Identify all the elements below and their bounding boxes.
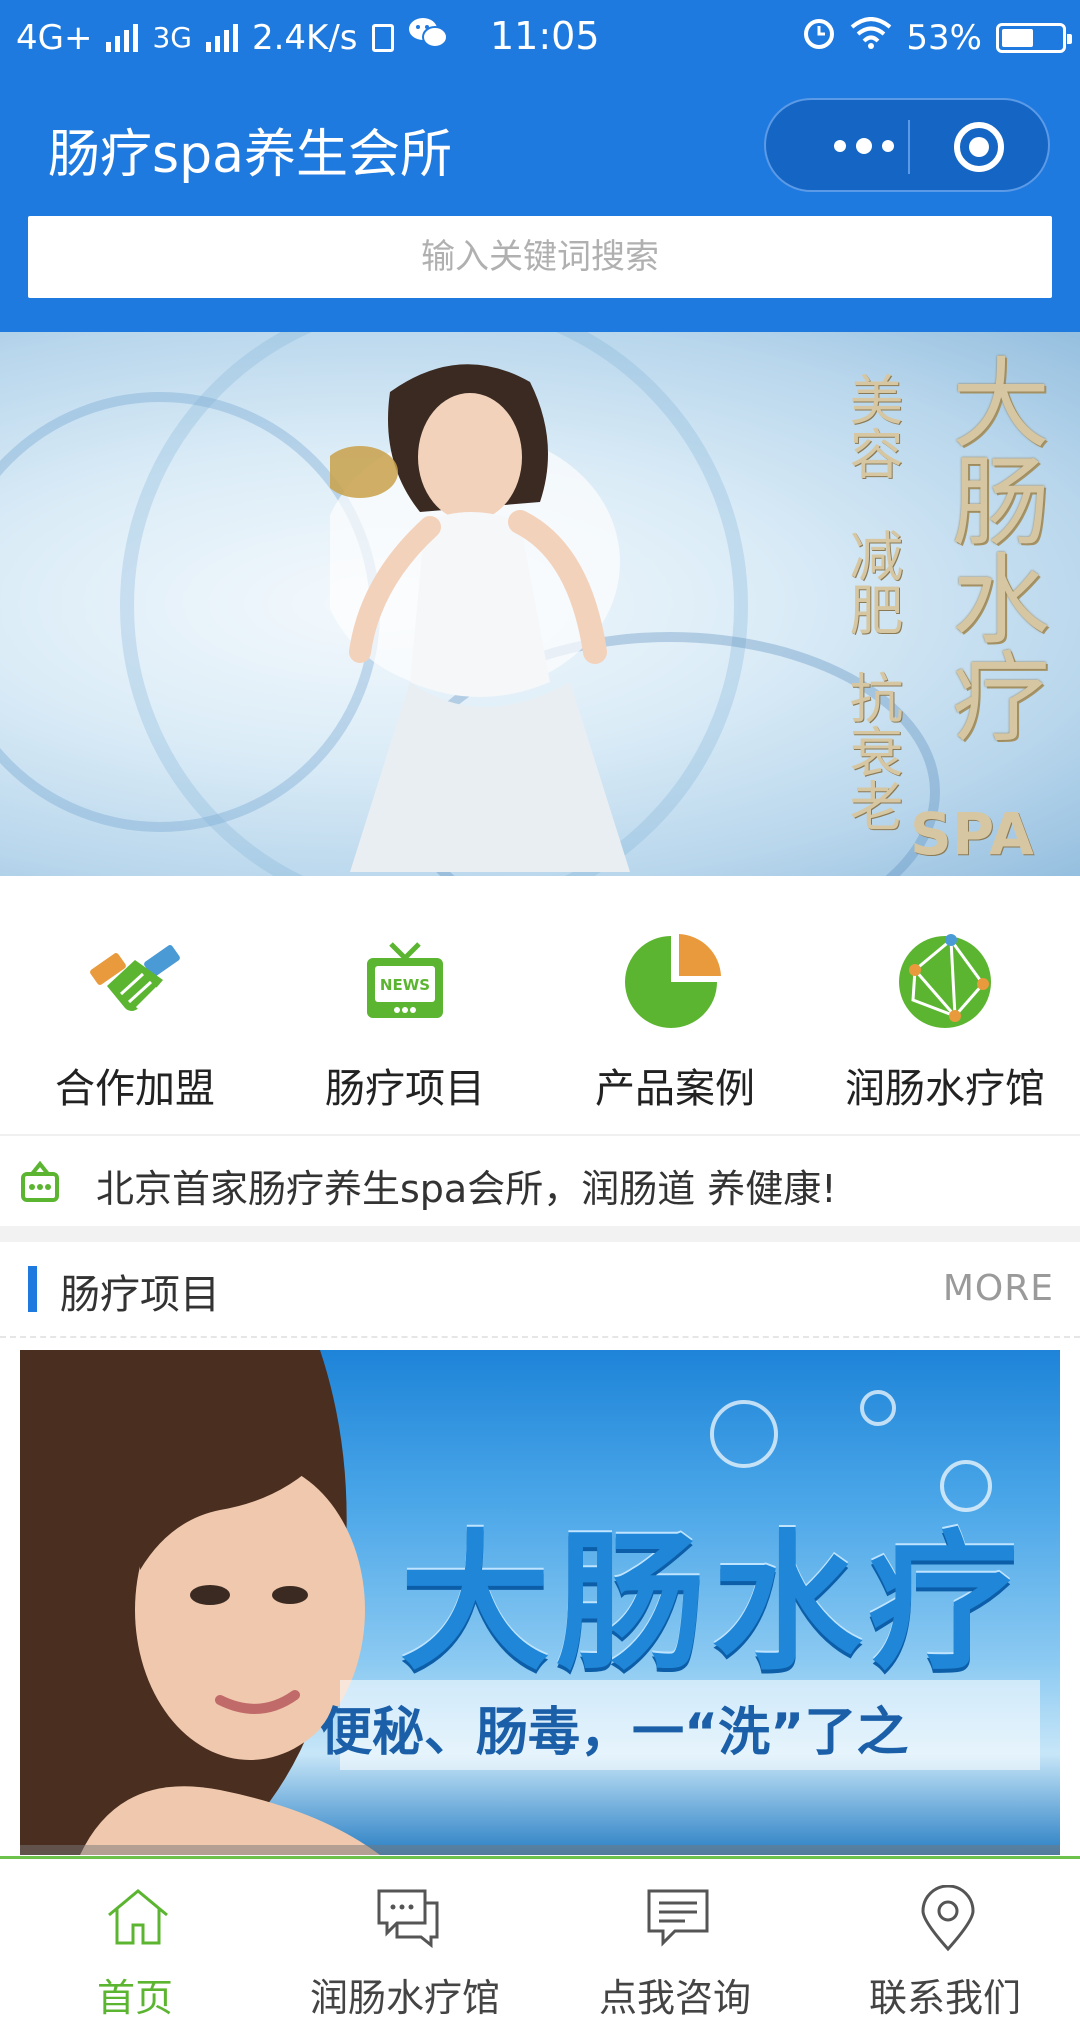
model-photo: [20, 1350, 380, 1855]
target-icon[interactable]: [954, 122, 1004, 172]
signal-icon: [106, 23, 139, 52]
wifi-icon: [850, 17, 892, 58]
pie-chart-icon: [625, 934, 721, 1028]
grid-item-franchise[interactable]: 合作加盟: [0, 880, 270, 1130]
notice-text: 北京首家肠疗养生spa会所，润肠道 养健康!: [96, 1167, 837, 1211]
grid-item-projects[interactable]: NEWS 肠疗项目: [270, 880, 540, 1130]
tab-bar: 首页 润肠水疗馆 点我咨询 联系我们: [0, 1856, 1080, 2037]
banner-sub-antiaging: 抗衰老: [840, 670, 903, 832]
battery-fill: [1002, 28, 1033, 47]
tab-hydrotherapy[interactable]: 润肠水疗馆: [270, 1859, 540, 2037]
card-subline: 便秘、肠毒，一“洗”了之: [320, 1703, 909, 1763]
status-time: 11:05: [490, 14, 600, 58]
megaphone-icon: [21, 1160, 59, 1202]
grid-label: 产品案例: [595, 1066, 755, 1112]
network-speed: 2.4K/s: [251, 17, 358, 58]
wechat-icon: [408, 16, 448, 59]
page-title: 肠疗spa养生会所: [48, 125, 452, 185]
battery-percent: 53%: [906, 17, 982, 58]
handshake-icon: [90, 945, 180, 1011]
tab-consult[interactable]: 点我咨询: [540, 1859, 810, 2037]
model-photo: [330, 364, 630, 872]
grid-label: 润肠水疗馆: [845, 1066, 1045, 1112]
globe-network-icon: [899, 934, 991, 1028]
svg-text:NEWS: NEWS: [380, 976, 430, 994]
banner-sub-beauty: 美容: [840, 372, 903, 480]
chat-bubbles-icon: [377, 1889, 439, 1949]
news-tv-icon: NEWS: [367, 942, 443, 1018]
tab-contact[interactable]: 联系我们: [810, 1859, 1080, 2037]
notice-bar[interactable]: 北京首家肠疗养生spa会所，润肠道 养健康!: [0, 1134, 1080, 1230]
section-accent-bar: [28, 1266, 37, 1312]
grid-item-cases[interactable]: 产品案例: [540, 880, 810, 1130]
tab-label: 润肠水疗馆: [309, 1976, 500, 2020]
message-icon: [647, 1889, 709, 1947]
capsule-divider: [908, 120, 910, 174]
status-bar: 4G+ 3G 2.4K/s 11:05 53%: [0, 0, 1080, 74]
grid-item-hydrotherapy[interactable]: 润肠水疗馆: [810, 880, 1080, 1130]
sim-icon: [371, 23, 394, 52]
status-right: 53%: [802, 16, 1072, 59]
banner-sub-slim: 减肥: [840, 528, 903, 636]
card-headline: 大肠水疗: [400, 1517, 1025, 1691]
tab-home[interactable]: 首页: [0, 1859, 270, 2037]
mini-program-capsule: [764, 98, 1050, 192]
card-caption-bar: [20, 1845, 1060, 1855]
home-icon: [108, 1889, 168, 1945]
status-left: 4G+ 3G 2.4K/s: [16, 16, 448, 59]
tab-label: 首页: [96, 1976, 173, 2020]
alarm-icon: [802, 16, 836, 59]
network-label: 4G+: [16, 17, 93, 58]
project-card[interactable]: 大肠水疗 便秘、肠毒，一“洗”了之: [20, 1350, 1060, 1855]
more-link[interactable]: MORE: [943, 1268, 1054, 1309]
section-title: 肠疗项目: [60, 1272, 220, 1318]
category-grid: 合作加盟 NEWS 肠疗项目 产品案例 润肠水疗馆: [0, 880, 1080, 1130]
more-dots-icon[interactable]: [804, 124, 924, 168]
banner-brand: SPA: [910, 800, 1034, 868]
grid-label: 合作加盟: [55, 1066, 215, 1112]
tab-label: 联系我们: [868, 1976, 1021, 2020]
network-label-secondary: 3G: [152, 21, 192, 54]
section-header: 肠疗项目 MORE: [0, 1242, 1080, 1338]
signal-icon-secondary: [205, 23, 238, 52]
battery-icon: [996, 22, 1072, 53]
section-gap: [0, 1226, 1080, 1242]
bubble: [860, 1390, 896, 1426]
grid-label: 肠疗项目: [325, 1066, 485, 1112]
navigation-bar: 肠疗spa养生会所 输入关键词搜索: [0, 74, 1080, 332]
search-input[interactable]: 输入关键词搜索: [28, 216, 1052, 298]
banner-title: 大肠水疗: [935, 352, 1049, 744]
hero-banner[interactable]: 大肠水疗 美容 减肥 抗衰老 SPA: [0, 332, 1080, 876]
bubble: [710, 1400, 778, 1468]
tab-label: 点我咨询: [598, 1976, 751, 2020]
location-pin-icon: [921, 1885, 975, 1952]
